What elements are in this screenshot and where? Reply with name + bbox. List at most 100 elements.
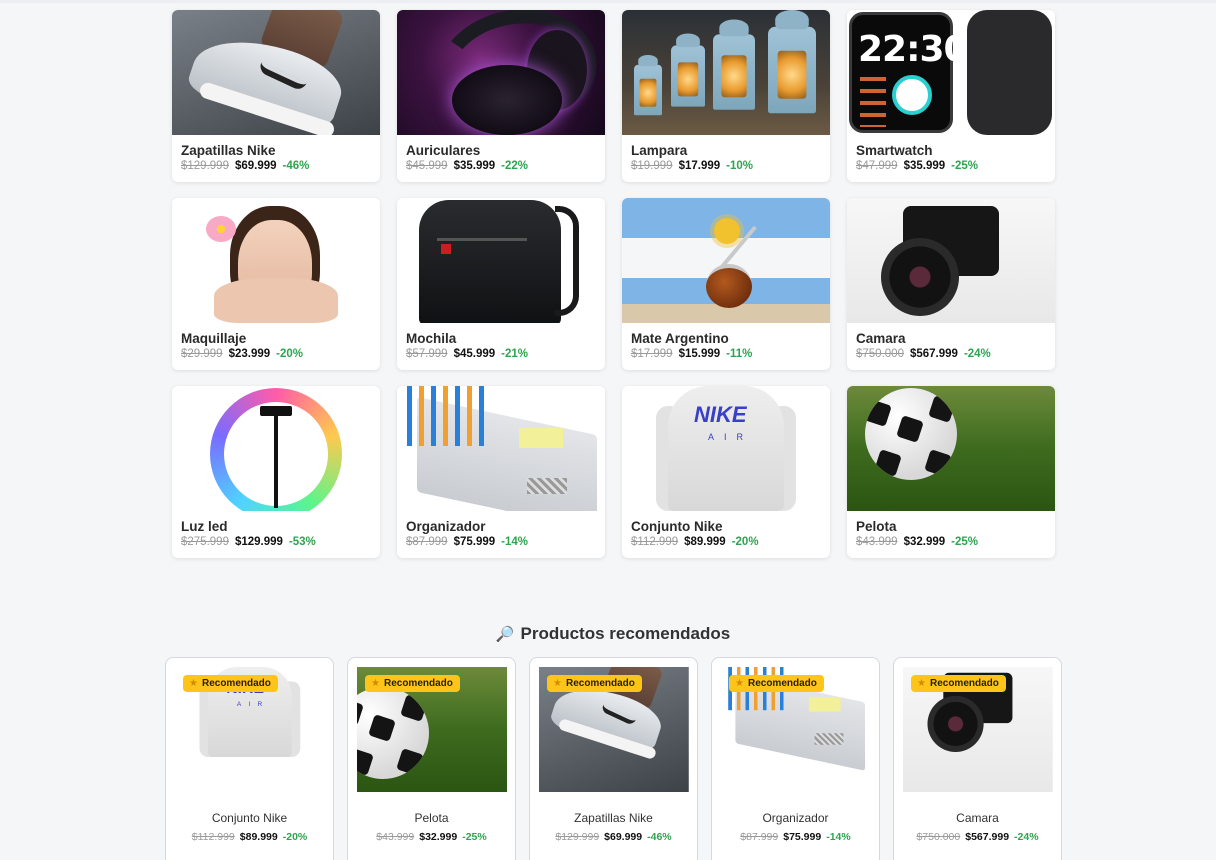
- star-icon: ★: [553, 678, 562, 689]
- recommended-card-zapatillas-nike[interactable]: ★ Recomendado Zapatillas Nike $129.999 $69…: [529, 657, 698, 860]
- discount-label: -20%: [731, 536, 759, 548]
- old-price: $112.999: [191, 831, 235, 843]
- discount-label: -21%: [501, 348, 529, 360]
- recommended-name: Conjunto Nike: [211, 811, 288, 825]
- hoodie-sub: AIR: [708, 432, 754, 442]
- product-image-sneaker: [172, 10, 380, 135]
- old-price: $17.999: [631, 348, 673, 360]
- discount-label: -46%: [647, 831, 672, 843]
- product-card-smartwatch[interactable]: 22:30 Smartwatch $47.999 $35.999 -25%: [847, 10, 1055, 182]
- recommended-name: Organizador: [762, 811, 829, 825]
- product-name: Camara: [856, 331, 906, 346]
- recommended-name: Zapatillas Nike: [574, 811, 653, 825]
- current-price: $69.999: [234, 160, 277, 172]
- old-price: $750.000: [856, 348, 904, 360]
- discount-label: -24%: [963, 348, 991, 360]
- old-price: $19.999: [631, 160, 673, 172]
- product-image-mate: [622, 198, 830, 323]
- current-price: $69.999: [604, 831, 643, 843]
- product-card-mate-argentino[interactable]: Mate Argentino $17.999 $15.999 -11%: [622, 198, 830, 370]
- discount-label: -22%: [501, 160, 529, 172]
- recommended-card-pelota[interactable]: ★ Recomendado Pelota $43.999 $32.999 -25%: [347, 657, 516, 860]
- product-card-mochila[interactable]: Mochila $57.999 $45.999 -21%: [397, 198, 605, 370]
- old-price: $129.999: [555, 831, 600, 843]
- recommended-card-organizador[interactable]: ★ Recomendado Organizador $87.999 $75.999-…: [711, 657, 880, 860]
- current-price: $89.999: [684, 536, 726, 548]
- product-image-smartwatch: 22:30: [847, 10, 1055, 135]
- recommended-badge: ★ Recomendado: [183, 675, 278, 692]
- current-price: $89.999: [239, 831, 278, 843]
- discount-label: -14%: [826, 831, 851, 843]
- product-card-auriculares[interactable]: Auriculares $45.999 $35.999 -22%: [397, 10, 605, 182]
- product-card-luz-led[interactable]: Luz led $275.999 $129.999 -53%: [172, 386, 380, 558]
- discount-label: -46%: [282, 160, 310, 172]
- product-card-pelota[interactable]: Pelota $43.999 $32.999 -25%: [847, 386, 1055, 558]
- old-price: $750.000: [916, 831, 961, 843]
- recommended-badge: ★ Recomendado: [911, 675, 1006, 692]
- product-card-organizador[interactable]: Organizador $87.999 $75.999 -14%: [397, 386, 605, 558]
- product-image-makeup: [172, 198, 380, 323]
- old-price: $87.999: [740, 831, 779, 843]
- current-price: $32.999: [903, 536, 946, 548]
- product-name: Pelota: [856, 519, 897, 534]
- current-price: $23.999: [228, 348, 271, 360]
- recommended-badge: ★ Recomendado: [729, 675, 824, 692]
- discount-label: -25%: [951, 160, 979, 172]
- recommended-card-conjunto-nike[interactable]: ★Recomendado NIKEAIR Conjunto Nike $112.…: [165, 657, 334, 860]
- recommended-badge: ★ Recomendado: [365, 675, 460, 692]
- product-image-backpack: [397, 198, 605, 323]
- product-image-ball: [847, 386, 1055, 511]
- magnifier-icon: 🔎: [495, 626, 515, 643]
- recommended-name: Camara: [956, 811, 999, 825]
- product-grid: Zapatillas Nike $129.999 $69.999 -46% Auri…: [172, 10, 1055, 558]
- current-price: $567.999: [965, 831, 1010, 843]
- recommended-card-camara[interactable]: ★ Recomendado Camara $750.000 $567.999 -24%: [893, 657, 1062, 860]
- product-name: Conjunto Nike: [631, 519, 723, 534]
- hoodie-sub: AIR: [236, 700, 270, 708]
- current-price: $35.999: [453, 160, 496, 172]
- product-image-ring-light: [172, 386, 380, 511]
- old-price: $45.999: [406, 160, 448, 172]
- discount-label: -24%: [1014, 831, 1039, 843]
- current-price: $17.999: [678, 160, 721, 172]
- discount-label: -11%: [726, 348, 753, 360]
- current-price: $75.999: [783, 831, 822, 843]
- product-name: Smartwatch: [856, 143, 933, 158]
- discount-label: -10%: [726, 160, 754, 172]
- product-card-maquillaje[interactable]: Maquillaje $29.999 $23.999 -20%: [172, 198, 380, 370]
- discount-label: -20%: [276, 348, 304, 360]
- product-card-conjunto-nike[interactable]: NIKE AIR Conjunto Nike $112.999 $89.999 -20…: [622, 386, 830, 558]
- star-icon: ★: [189, 678, 198, 689]
- recommended-name: Pelota: [414, 811, 449, 825]
- current-price: $567.999: [909, 348, 958, 360]
- product-name: Mate Argentino: [631, 331, 729, 346]
- product-name: Mochila: [406, 331, 457, 346]
- product-image-headphones: [397, 10, 605, 135]
- star-icon: ★: [371, 678, 380, 689]
- recommended-list: ★Recomendado NIKEAIR Conjunto Nike $112.…: [165, 657, 1062, 860]
- old-price: $275.999: [181, 536, 229, 548]
- watch-time: 22:30: [858, 29, 969, 70]
- current-price: $75.999: [453, 536, 496, 548]
- discount-label: -25%: [462, 831, 487, 843]
- old-price: $43.999: [856, 536, 898, 548]
- star-icon: ★: [917, 678, 926, 689]
- top-border: [0, 0, 1216, 3]
- product-name: Zapatillas Nike: [181, 143, 276, 158]
- product-image-hoodie: NIKE AIR: [622, 386, 830, 511]
- discount-label: -20%: [282, 831, 308, 843]
- product-card-zapatillas-nike[interactable]: Zapatillas Nike $129.999 $69.999 -46%: [172, 10, 380, 182]
- discount-label: -53%: [288, 536, 316, 548]
- product-image-organizer: [397, 386, 605, 511]
- old-price: $47.999: [856, 160, 898, 172]
- current-price: $32.999: [419, 831, 458, 843]
- current-price: $129.999: [234, 536, 283, 548]
- product-card-lampara[interactable]: Lampara $19.999 $17.999 -10%: [622, 10, 830, 182]
- old-price: $29.999: [181, 348, 223, 360]
- product-image-camera: [847, 198, 1055, 323]
- hoodie-brand: NIKE: [694, 402, 747, 427]
- old-price: $87.999: [406, 536, 448, 548]
- product-name: Auriculares: [406, 143, 481, 158]
- discount-label: -14%: [501, 536, 529, 548]
- product-card-camara[interactable]: Camara $750.000 $567.999 -24%: [847, 198, 1055, 370]
